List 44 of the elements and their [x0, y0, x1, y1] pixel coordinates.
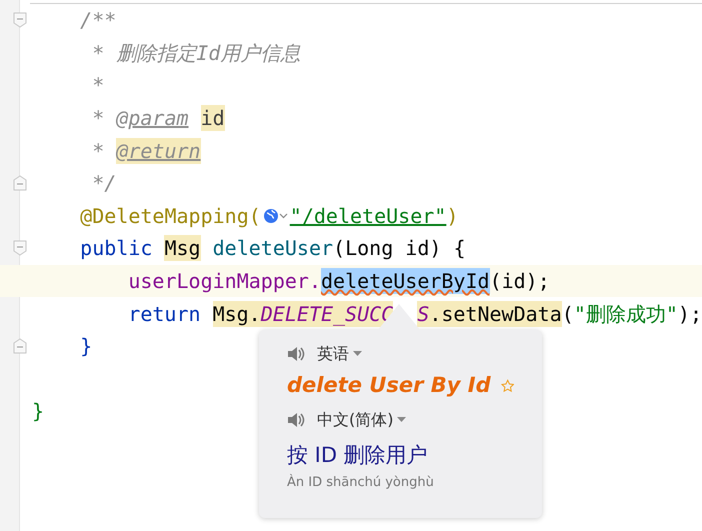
code-token: deleteUser: [212, 235, 334, 262]
code-token: Msg: [164, 235, 201, 262]
code-token: return: [127, 300, 201, 327]
source-language-dropdown[interactable]: 英语: [317, 342, 362, 366]
code-token: @DeleteMapping(: [79, 202, 261, 229]
caret-icon: [397, 416, 406, 422]
code-token: public: [79, 235, 152, 262]
speaker-icon[interactable]: [287, 346, 305, 362]
code-token: *: [91, 105, 104, 132]
code-token: ): [446, 202, 458, 229]
fold-marker-icon[interactable]: [13, 338, 27, 354]
code-token: .setNewData: [429, 300, 562, 327]
code-token: /**: [79, 7, 116, 34]
code-token: (: [562, 300, 574, 327]
code-token: );: [678, 300, 702, 327]
code-token: S: [417, 300, 430, 327]
chevron-icon: [278, 212, 288, 220]
code-token: */: [91, 170, 116, 196]
code-token: Msg.: [212, 300, 261, 327]
code-token: *: [91, 138, 104, 164]
source-text: delete User By Id: [287, 372, 491, 399]
globe-icon: [262, 208, 279, 224]
code-token: }: [79, 333, 92, 360]
code-token: @return: [116, 138, 201, 164]
pinyin-text: Àn ID shānchú yònghù: [287, 473, 435, 492]
code-token: (Long id) {: [333, 235, 466, 262]
code-token: id: [200, 105, 225, 132]
code-token: "删除成功": [574, 300, 678, 327]
fold-marker-icon[interactable]: [13, 240, 27, 256]
code-token: userLoginMapper.: [127, 268, 321, 294]
code-token: }: [32, 398, 44, 424]
code-token: *: [91, 72, 104, 98]
code-token: "/deleteUser": [290, 202, 446, 229]
code-token: @param: [116, 105, 189, 132]
caret-icon: [353, 351, 362, 357]
code-token: (id);: [490, 268, 550, 294]
fold-marker-icon[interactable]: [13, 12, 27, 28]
code-token: deleteUserById: [320, 268, 490, 294]
translation-text: 按 ID 删除用户: [287, 442, 429, 468]
code-token: * 删除指定Id用户信息: [91, 40, 300, 66]
globe-dropdown-hint[interactable]: [262, 208, 288, 224]
speaker-icon[interactable]: [287, 412, 305, 428]
target-language-dropdown[interactable]: 中文(简体): [317, 408, 406, 432]
fold-marker-icon[interactable]: [13, 175, 27, 192]
